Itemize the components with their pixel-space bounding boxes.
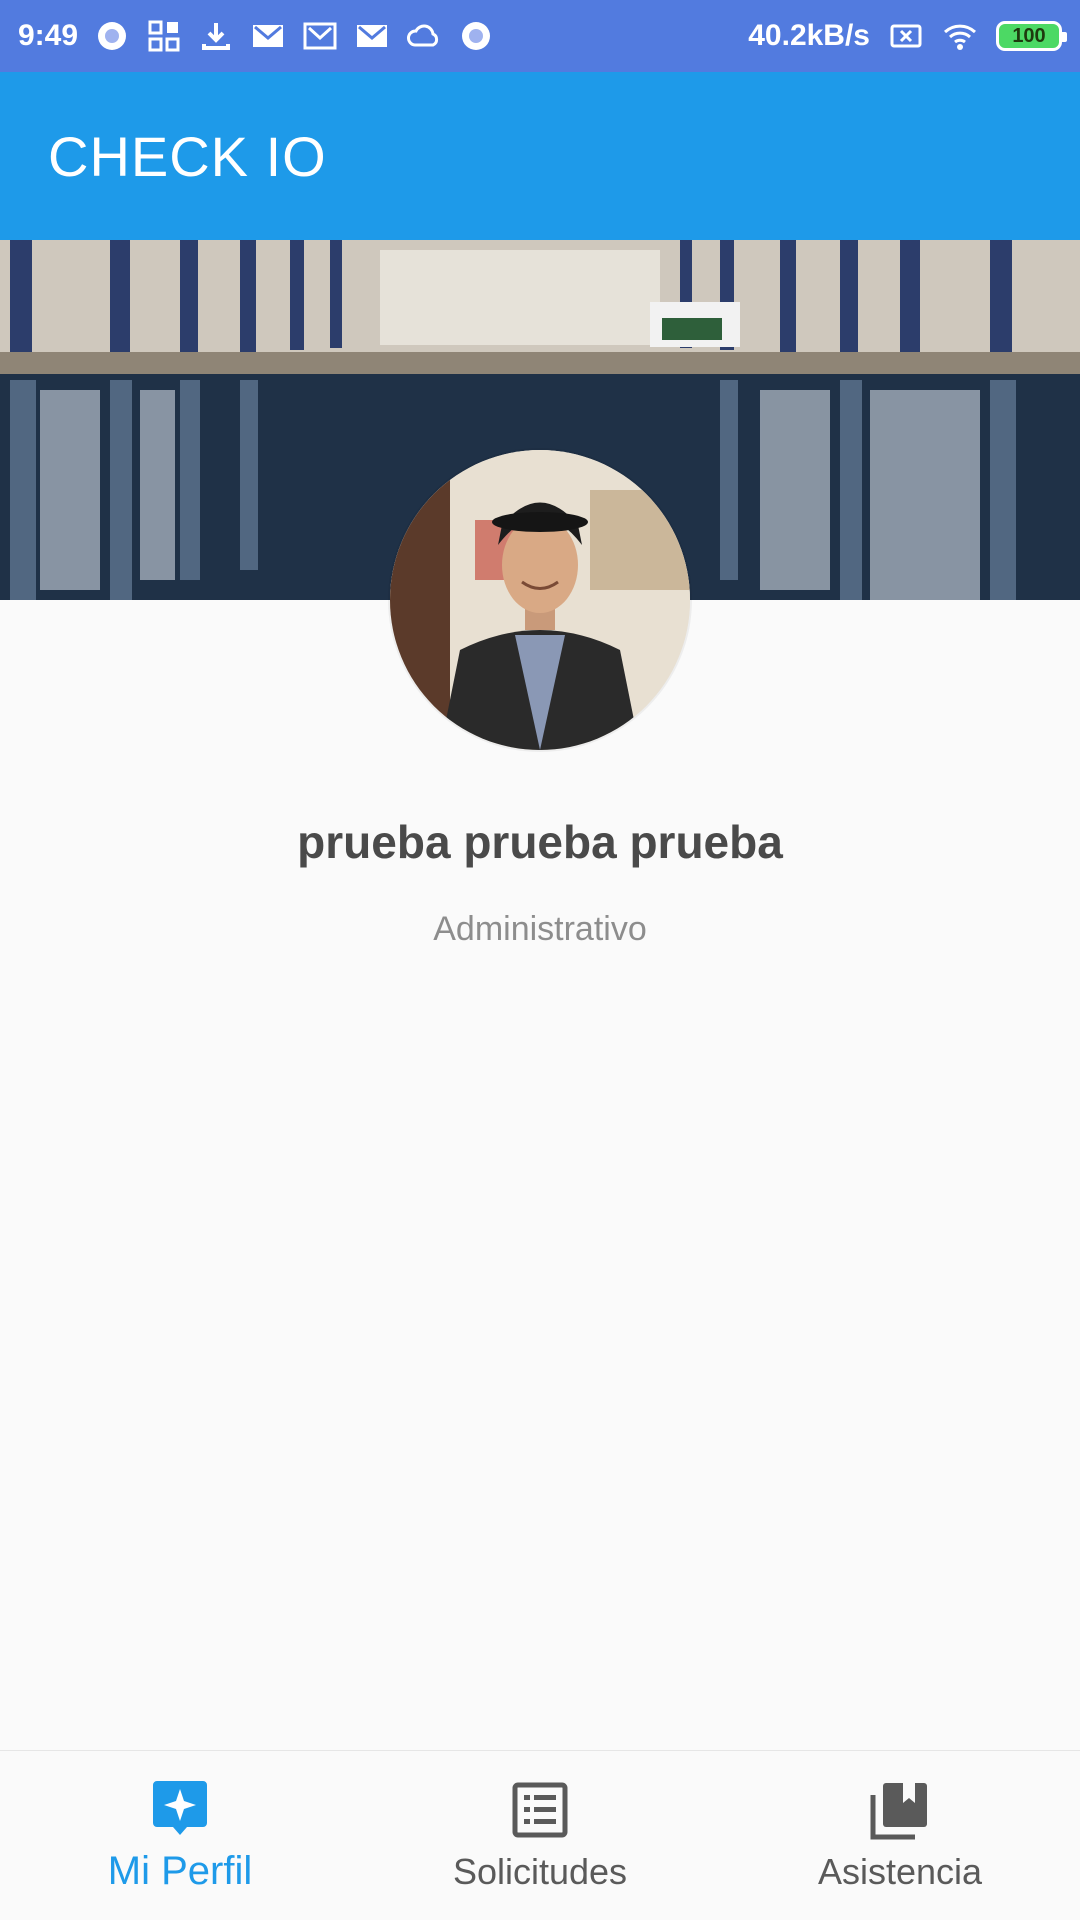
bottom-navigation: Mi Perfil Solicitudes Asistencia [0, 1750, 1080, 1920]
profile-name: prueba prueba prueba [297, 816, 783, 868]
profile-role: Administrativo [433, 910, 647, 948]
grid-icon [146, 18, 182, 54]
cloud-icon [406, 18, 442, 54]
status-bar: 9:49 40.2kB/s 100 [0, 0, 1080, 72]
wifi-icon [942, 18, 978, 54]
no-sim-icon [888, 18, 924, 54]
status-time: 9:49 [18, 19, 79, 52]
nav-label-mi-perfil: Mi Perfil [107, 1849, 253, 1893]
battery-level: 100 [1012, 24, 1046, 47]
battery-icon: 100 [996, 21, 1067, 51]
profile-avatar[interactable] [390, 450, 690, 750]
network-speed: 40.2kB/s [748, 19, 870, 52]
mail-outline-icon [302, 18, 338, 54]
mail-icon [250, 18, 286, 54]
circle-icon [94, 18, 130, 54]
nav-label-asistencia: Asistencia [817, 1850, 983, 1892]
app-bar: CHECK IO [0, 72, 1080, 240]
nav-item-mi-perfil[interactable]: Mi Perfil [0, 1751, 360, 1920]
download-icon [198, 18, 234, 54]
nav-item-asistencia[interactable]: Asistencia [720, 1751, 1080, 1920]
list-icon [512, 1782, 568, 1837]
nav-item-solicitudes[interactable]: Solicitudes [360, 1751, 720, 1920]
sparkle-icon [153, 1781, 207, 1835]
circle-icon [458, 18, 494, 54]
mail-icon [354, 18, 390, 54]
library-bookmark-icon [870, 1782, 927, 1839]
app-title: CHECK IO [48, 124, 327, 188]
nav-label-solicitudes: Solicitudes [452, 1850, 628, 1892]
